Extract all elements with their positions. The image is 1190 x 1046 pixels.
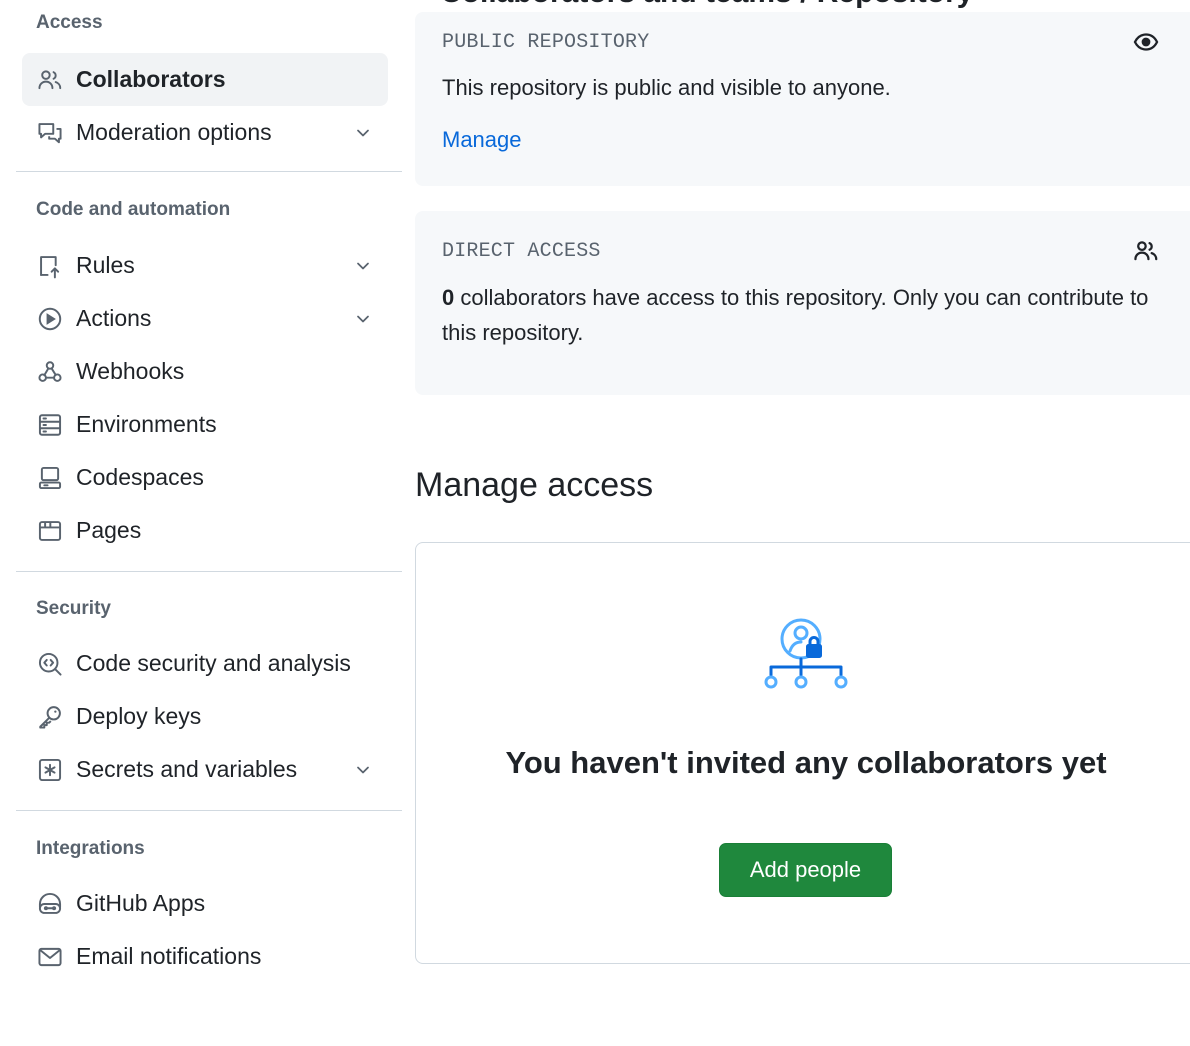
section-heading-integrations: Integrations [36,838,145,859]
mail-icon [36,943,64,971]
people-icon [36,66,64,94]
chevron-down-icon[interactable] [352,759,374,781]
sidebar-item-label: Secrets and variables [76,756,298,782]
sidebar-item-rules[interactable]: Rules [22,239,388,292]
empty-state-title: You haven't invited any collaborators ye… [505,745,1107,780]
sidebar-item-label: Deploy keys [76,703,202,729]
sidebar-item-codespaces[interactable]: Codespaces [22,451,388,504]
collaborator-count: 0 [442,285,455,310]
sidebar-item-webhooks[interactable]: Webhooks [22,345,388,398]
sidebar-item-label: Codespaces [76,464,204,490]
direct-access-description: collaborators have access to this reposi… [442,285,1149,345]
person-lock-network-icon [761,613,851,703]
server-icon [36,411,64,439]
direct-access-kicker: DIRECT ACCESS [442,240,601,263]
eye-icon [1132,28,1160,56]
sidebar-item-actions[interactable]: Actions [22,292,388,345]
section-heading-code-automation: Code and automation [36,199,231,220]
sidebar-item-label: Environments [76,411,217,437]
page-heading: Collaborators and teams / Repository [440,0,973,10]
sidebar-item-collaborators[interactable]: Collaborators [22,53,388,106]
add-people-button[interactable]: Add people [719,843,892,897]
people-icon [1132,237,1160,265]
sidebar-item-moderation-options[interactable]: Moderation options [22,106,388,159]
sidebar-divider [16,571,402,572]
chevron-down-icon[interactable] [352,122,374,144]
sidebar-item-label: GitHub Apps [76,890,206,916]
sidebar-item-email-notifications[interactable]: Email notifications [22,930,388,983]
chevron-down-icon[interactable] [352,255,374,277]
sidebar-item-code-security[interactable]: Code security and analysis [22,637,388,690]
direct-access-box: DIRECT ACCESS 0 collaborators have acces… [415,211,1190,395]
section-heading-access: Access [36,12,103,33]
sidebar-item-label: Rules [76,252,135,278]
key-asterisk-icon [36,756,64,784]
codescan-icon [36,650,64,678]
cut-off-heading: Collaborators and teams / Repository [0,0,1190,12]
manage-visibility-link[interactable]: Manage [442,127,522,153]
sidebar-item-label: Collaborators [76,66,226,92]
manage-access-title: Manage access [415,466,654,504]
sidebar-item-github-apps[interactable]: GitHub Apps [22,877,388,930]
hubot-icon [36,890,64,918]
browser-icon [36,517,64,545]
manage-access-empty-state: You haven't invited any collaborators ye… [415,542,1190,964]
sidebar-item-label: Code security and analysis [76,650,351,676]
sidebar-divider [16,171,402,172]
chevron-down-icon[interactable] [352,308,374,330]
public-repository-text: This repository is public and visible to… [442,75,891,100]
sidebar-item-secrets-variables[interactable]: Secrets and variables [22,743,388,796]
direct-access-text: 0 collaborators have access to this repo… [442,280,1182,350]
webhook-icon [36,358,64,386]
public-repository-kicker: PUBLIC REPOSITORY [442,31,650,54]
public-repository-box: PUBLIC REPOSITORY This repository is pub… [415,12,1190,186]
sidebar-divider [16,810,402,811]
sidebar-item-label: Actions [76,305,152,331]
sidebar-item-environments[interactable]: Environments [22,398,388,451]
section-heading-security: Security [36,598,111,619]
sidebar-item-label: Moderation options [76,119,272,145]
repo-push-icon [36,252,64,280]
sidebar-item-deploy-keys[interactable]: Deploy keys [22,690,388,743]
sidebar-item-label: Webhooks [76,358,185,384]
comment-discussion-icon [36,119,64,147]
sidebar-item-pages[interactable]: Pages [22,504,388,557]
sidebar-item-label: Email notifications [76,943,262,969]
codespaces-icon [36,464,64,492]
sidebar-item-label: Pages [76,517,142,543]
play-icon [36,305,64,333]
key-icon [36,703,64,731]
